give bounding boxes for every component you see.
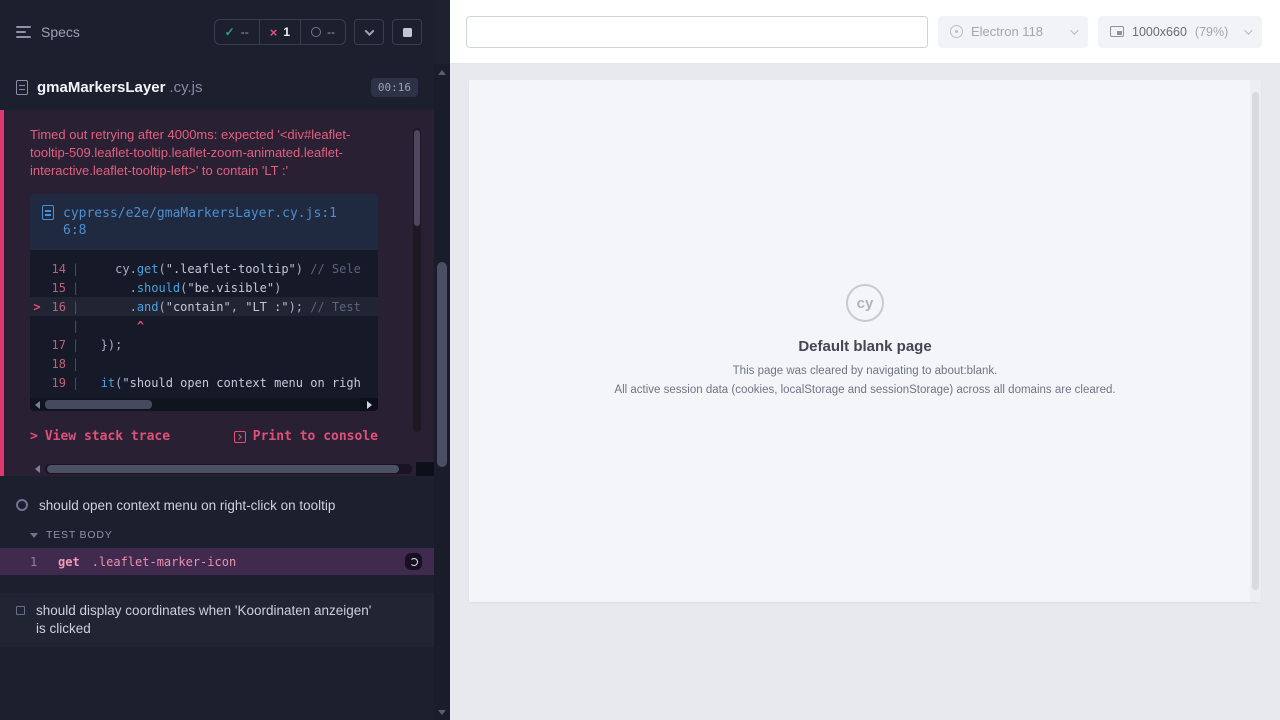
stop-run-button[interactable] (392, 19, 422, 45)
collapse-reporter-button[interactable] (354, 19, 384, 45)
code-lines: 14| cy.get(".leaflet-tooltip") // Sele15… (30, 250, 378, 398)
error-vertical-scrollbar[interactable] (413, 128, 421, 432)
spec-name: gmaMarkersLayer (37, 79, 165, 96)
spec-duration-badge: 00:16 (371, 78, 418, 97)
code-line: 18| (30, 354, 378, 373)
runner-main: Electron 118 1000x660 (79%) cy Default b… (450, 0, 1280, 720)
attempt-content: Timed out retrying after 4000ms: expecte… (4, 110, 434, 460)
spinner-icon (410, 558, 418, 566)
file-icon (42, 205, 54, 220)
code-line: 17| }); (30, 335, 378, 354)
error-scroll-thumb[interactable] (414, 130, 420, 226)
code-line: 19| it("should open context menu on righ (30, 373, 378, 392)
blank-page-description-2: All active session data (cookies, localS… (614, 382, 1115, 398)
test-body-toggle[interactable]: TEST BODY (0, 524, 434, 548)
chevron-down-icon (30, 533, 38, 538)
print-to-console-button[interactable]: Print to console (234, 429, 378, 444)
pending-icon (311, 27, 321, 37)
code-horizontal-scrollbar[interactable] (30, 398, 378, 411)
spec-row[interactable]: gmaMarkersLayer .cy.js 00:16 (0, 64, 434, 110)
scroll-down-icon (438, 710, 446, 715)
test-row-queued[interactable]: should display coordinates when 'Koordin… (0, 593, 434, 647)
code-line: 14| cy.get(".leaflet-tooltip") // Sele (30, 259, 378, 278)
scroll-left-icon (35, 401, 40, 409)
chevron-right-icon: > (30, 429, 38, 444)
running-spinner-icon (16, 499, 28, 511)
scroll-up-icon (438, 70, 446, 75)
error-message: Timed out retrying after 4000ms: expecte… (30, 126, 365, 180)
error-hscroll-thumb[interactable] (47, 465, 399, 473)
aut-frame: cy Default blank page This page was clea… (469, 80, 1261, 602)
code-scroll-thumb[interactable] (45, 400, 152, 409)
view-stack-trace-link[interactable]: > View stack trace (30, 429, 170, 444)
reporter-scrollbar[interactable] (434, 0, 450, 720)
aut-area: cy Default blank page This page was clea… (450, 64, 1280, 720)
test-title: should open context menu on right-click … (39, 497, 335, 515)
command-progress-badge (405, 553, 422, 570)
viewport-select[interactable]: 1000x660 (79%) (1098, 16, 1262, 48)
scroll-left-icon (35, 465, 40, 473)
file-path: cypress/e2e/gmaMarkersLayer.cy.js:16:8 (63, 205, 341, 239)
browser-label: Electron 118 (971, 24, 1043, 39)
aut-scroll-thumb[interactable] (1252, 92, 1259, 590)
console-icon (234, 431, 246, 443)
browser-select[interactable]: Electron 118 (938, 16, 1088, 48)
aut-scrollbar[interactable] (1250, 80, 1261, 602)
command-number: 1 (30, 555, 46, 569)
cypress-logo: cy (846, 284, 884, 322)
test-list: should open context menu on right-click … (0, 476, 434, 647)
test-row-running[interactable]: should open context menu on right-click … (0, 488, 434, 524)
command-message: .leaflet-marker-icon (92, 555, 237, 569)
chevron-down-icon (1244, 26, 1252, 34)
code-line: 15| .should("be.visible") (30, 278, 378, 297)
reporter-header: Specs ✓ -- × 1 -- (0, 0, 434, 64)
scroll-right-icon (367, 401, 372, 409)
code-line: | ^ (30, 316, 378, 335)
reporter-scroll-thumb[interactable] (437, 262, 447, 467)
command-log-row[interactable]: 1 get .leaflet-marker-icon (0, 548, 434, 575)
viewport-scale: (79%) (1195, 25, 1228, 39)
electron-icon (950, 25, 963, 38)
test-body-label: TEST BODY (46, 529, 113, 541)
code-line: >16| .and("contain", "LT :"); // Test (30, 297, 378, 316)
spec-file-icon (16, 80, 28, 95)
runner-topbar: Electron 118 1000x660 (79%) (450, 0, 1280, 64)
code-frame-file-link[interactable]: cypress/e2e/gmaMarkersLayer.cy.js:16:8 (30, 194, 378, 250)
test-title: should display coordinates when 'Koordin… (36, 602, 381, 638)
stat-pending: -- (300, 20, 345, 44)
chevron-down-icon (364, 26, 374, 36)
command-method: get (58, 555, 80, 569)
scrollbar-corner (416, 462, 434, 476)
cypress-app: Specs ✓ -- × 1 -- (0, 0, 1280, 720)
stat-passed: ✓ -- (215, 20, 259, 44)
code-frame: cypress/e2e/gmaMarkersLayer.cy.js:16:8 1… (30, 194, 378, 411)
stat-failed: × 1 (259, 20, 300, 44)
test-stats: ✓ -- × 1 -- (214, 19, 346, 45)
error-horizontal-scrollbar[interactable] (30, 462, 434, 476)
queued-test-icon (16, 606, 25, 615)
reporter-panel: Specs ✓ -- × 1 -- (0, 0, 434, 720)
specs-menu-icon (16, 26, 31, 38)
spec-extension: .cy.js (169, 79, 202, 96)
url-input[interactable] (466, 16, 928, 48)
check-icon: ✓ (225, 25, 235, 39)
fail-icon: × (270, 25, 278, 40)
failed-attempt-block: Timed out retrying after 4000ms: expecte… (0, 110, 434, 476)
blank-page-title: Default blank page (798, 338, 931, 355)
chevron-down-icon (1070, 26, 1078, 34)
stop-icon (403, 28, 412, 37)
specs-label: Specs (41, 24, 80, 40)
blank-page-description-1: This page was cleared by navigating to a… (733, 363, 998, 379)
specs-toggle[interactable]: Specs (16, 24, 80, 40)
viewport-icon (1110, 26, 1124, 37)
viewport-dimensions: 1000x660 (1132, 25, 1187, 39)
error-actions: > View stack trace Print to console (30, 429, 378, 444)
